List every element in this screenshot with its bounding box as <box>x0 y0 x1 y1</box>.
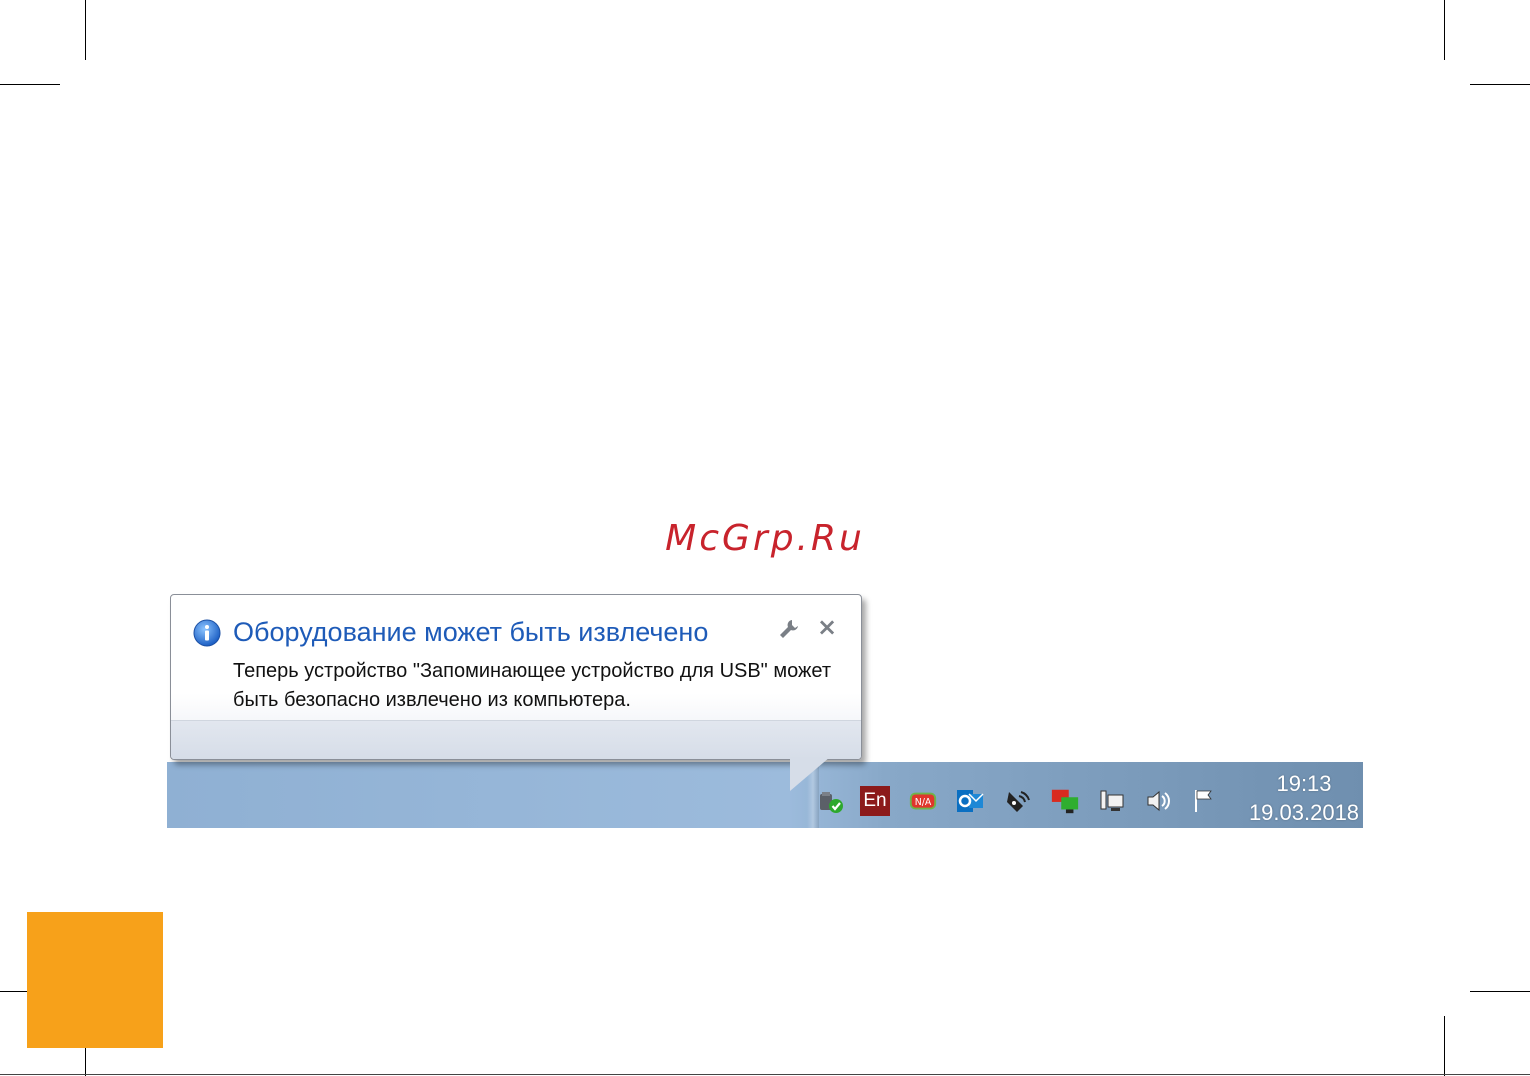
language-indicator-icon[interactable]: En <box>860 786 890 816</box>
balloon-footer <box>171 720 861 759</box>
display-switch-icon[interactable] <box>1050 786 1080 816</box>
crop-mark <box>1444 1016 1445 1076</box>
orange-corner-square <box>27 912 163 1048</box>
language-label: En <box>860 786 890 816</box>
crop-mark <box>0 1074 1530 1075</box>
clock-date: 19.03.2018 <box>1248 800 1360 825</box>
na-icon[interactable]: N/A <box>908 786 938 816</box>
balloon-message: Теперь устройство "Запоминающее устройст… <box>233 660 831 711</box>
volume-icon[interactable] <box>1143 786 1173 816</box>
crop-mark <box>1444 0 1445 60</box>
na-label: N/A <box>915 797 932 808</box>
notification-balloon[interactable]: Оборудование может быть извлечено × Тепе… <box>170 594 862 760</box>
crop-mark <box>1470 991 1530 992</box>
clock-time: 19:13 <box>1276 771 1332 796</box>
system-clock[interactable]: 19:13 19.03.2018 <box>1245 770 1363 828</box>
crop-mark <box>1470 84 1530 85</box>
taskbar: En N/A 19:13 19.03.2018 <box>167 762 1363 828</box>
balloon-tail <box>790 757 830 791</box>
info-icon <box>193 619 221 647</box>
balloon-title: Оборудование может быть извлечено <box>233 617 709 647</box>
options-wrench-icon[interactable] <box>777 617 801 641</box>
crop-mark <box>85 0 86 60</box>
crop-mark <box>0 84 60 85</box>
network-satellite-icon[interactable] <box>1003 786 1033 816</box>
action-center-flag-icon[interactable] <box>1189 786 1219 816</box>
outlook-icon[interactable] <box>955 786 985 816</box>
close-button[interactable]: × <box>815 615 839 639</box>
network-icon[interactable] <box>1097 786 1127 816</box>
watermark: McGrp.Ru <box>665 518 865 559</box>
